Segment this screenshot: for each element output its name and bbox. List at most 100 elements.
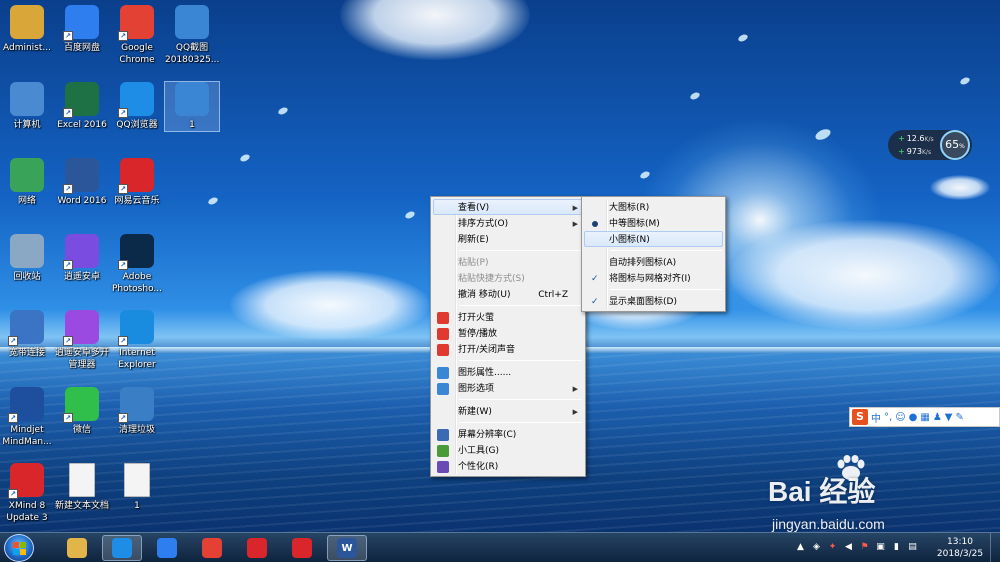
taskbar-app-baidu-netdisk[interactable] xyxy=(147,535,187,561)
windows-logo-icon xyxy=(13,542,27,556)
start-button[interactable] xyxy=(4,534,34,562)
desktop-icon[interactable]: 回收站 xyxy=(0,234,54,283)
menu-item[interactable]: 屏幕分辨率(C) xyxy=(433,426,583,442)
display-icon[interactable]: ▣ xyxy=(875,542,886,553)
desktop-icon[interactable]: ↗ 网易云音乐 xyxy=(110,158,164,207)
image-file-icon xyxy=(175,5,209,39)
menu-item-label: 图形属性...... xyxy=(458,368,512,378)
menu-item[interactable]: 大图标(R) xyxy=(584,199,723,215)
submenu-arrow-icon: ▶ xyxy=(572,408,578,416)
menu-item[interactable]: 自动排列图标(A) xyxy=(584,254,723,270)
taskbar-app-qq-browser[interactable] xyxy=(102,535,142,561)
desktop-icon-label: 回收站 xyxy=(13,272,41,282)
gadgets-icon xyxy=(437,445,449,457)
desktop-icon[interactable]: ↗ Adobe Photosho... xyxy=(110,234,164,295)
menu-item[interactable]: 个性化(R) xyxy=(433,458,583,474)
shield-icon[interactable]: ◈ xyxy=(811,542,822,553)
taskbar-app-explorer[interactable] xyxy=(57,535,97,561)
volume-icon[interactable]: ◀ xyxy=(843,542,854,553)
menu-item[interactable]: 打开/关闭声音 xyxy=(433,341,583,357)
network-icon xyxy=(10,158,44,192)
menu-item[interactable]: 图形属性...... xyxy=(433,364,583,380)
menu-item-label: 个性化(R) xyxy=(458,462,499,472)
menu-item[interactable]: 刷新(E) xyxy=(433,231,583,247)
menu-item[interactable]: 排序方式(O) ▶ xyxy=(433,215,583,231)
menu-item-label: 暂停/播放 xyxy=(458,329,498,339)
desktop-icon-label: 新建文本文档 xyxy=(55,501,110,511)
desktop-icon[interactable]: Administ... xyxy=(0,5,54,54)
desktop-icon[interactable]: ↗ XMind 8 Update 3 xyxy=(0,463,54,524)
clock-date: 2018/3/25 xyxy=(936,549,984,559)
menu-item[interactable]: 中等图标(M) xyxy=(584,215,723,231)
tray-expand-icon[interactable]: ▲ xyxy=(795,542,806,553)
ime-toolbar[interactable]: S 中 °, ☺ ● ▦ ♟ ▼ ✎ xyxy=(849,407,1000,427)
taskbar-app-netease-music[interactable] xyxy=(237,535,277,561)
desktop-icon[interactable]: QQ截图 20180325... xyxy=(165,5,219,66)
menu-item-label: 大图标(R) xyxy=(609,203,650,213)
ime-punctuation[interactable]: °, xyxy=(884,412,892,423)
desktop-icon[interactable]: ↗ 宽带连接 xyxy=(0,310,54,359)
submenu-arrow-icon: ▶ xyxy=(572,385,578,393)
desktop-icon[interactable]: 新建文本文档 xyxy=(55,463,109,512)
desktop-icon-label: Mindjet MindMan... xyxy=(2,425,52,447)
desktop-icon[interactable]: 网络 xyxy=(0,158,54,207)
signal-icon[interactable]: ▮ xyxy=(891,542,902,553)
menu-item-label: 将图标与网格对齐(I) xyxy=(609,274,691,284)
desktop-icon-label: Adobe Photosho... xyxy=(112,272,162,294)
folder-icon xyxy=(67,538,87,558)
bubble xyxy=(239,153,251,163)
network-tray-icon[interactable]: ▤ xyxy=(907,542,918,553)
memory-percent-gauge[interactable]: 65% xyxy=(940,130,970,160)
menu-item[interactable]: 新建(W) ▶ xyxy=(433,403,583,419)
menu-item[interactable]: 小图标(N) xyxy=(584,231,723,247)
menu-item-label: 图形选项 xyxy=(458,384,495,394)
taskbar-app-word[interactable]: W xyxy=(327,535,367,561)
taskbar-app-firefly[interactable] xyxy=(282,535,322,561)
text-file-icon xyxy=(69,463,95,497)
microphone-icon[interactable]: ● xyxy=(909,412,918,423)
bubble xyxy=(277,106,289,116)
sogou-logo-icon[interactable]: S xyxy=(852,409,868,425)
menu-item[interactable]: 打开火萤 xyxy=(433,309,583,325)
flag-icon[interactable]: ⚑ xyxy=(859,542,870,553)
firefly-tray-icon[interactable]: ✦ xyxy=(827,542,838,553)
network-speed-widget[interactable]: 12.6K/s 973K/s 65% xyxy=(888,130,972,160)
show-desktop-button[interactable] xyxy=(990,533,1000,562)
menu-item-label: 打开/关闭声音 xyxy=(458,345,516,355)
baidu-jingyan-watermark: Bai 经验 xyxy=(768,476,876,507)
desktop-icon-label: Administ... xyxy=(3,43,51,53)
emoji-icon[interactable]: ☺ xyxy=(895,412,905,423)
desktop-icon[interactable]: ↗ 逍遥安卓 xyxy=(55,234,109,283)
menu-item[interactable]: 暂停/播放 xyxy=(433,325,583,341)
menu-item[interactable]: ✓ 将图标与网格对齐(I) xyxy=(584,270,723,286)
desktop-icon[interactable]: 计算机 xyxy=(0,82,54,131)
desktop-icon[interactable]: 1 xyxy=(110,463,164,512)
menu-item[interactable]: 图形选项 ▶ xyxy=(433,380,583,396)
desktop-icon-label: Internet Explorer xyxy=(118,348,156,370)
desktop-icon[interactable]: ↗ 逍遥安卓多开管理器 xyxy=(55,310,109,371)
desktop-icon[interactable]: ↗ Internet Explorer xyxy=(110,310,164,371)
desktop-icon[interactable]: ↗ Mindjet MindMan... xyxy=(0,387,54,448)
desktop-icon[interactable]: ↗ Google Chrome xyxy=(110,5,164,66)
desktop-icon[interactable]: ↗ QQ浏览器 xyxy=(110,82,164,131)
desktop-icon[interactable]: 1 xyxy=(164,81,220,132)
taskbar-app-chrome[interactable] xyxy=(192,535,232,561)
menu-item[interactable]: ✓ 显示桌面图标(D) xyxy=(584,293,723,309)
user-icon[interactable]: ♟ xyxy=(933,412,942,423)
desktop-icon[interactable]: ↗ Excel 2016 xyxy=(55,82,109,131)
shortcut-arrow-icon: ↗ xyxy=(118,413,128,423)
firefly-icon xyxy=(292,538,312,558)
menu-item[interactable]: 查看(V) ▶ xyxy=(433,199,583,215)
desktop-icon[interactable]: ↗ 清理垃圾 xyxy=(110,387,164,436)
taskbar-clock[interactable]: 13:10 2018/3/25 xyxy=(935,536,985,560)
menu-item[interactable]: 撤消 移动(U) Ctrl+Z xyxy=(433,286,583,302)
desktop-icon[interactable]: ↗ 百度网盘 xyxy=(55,5,109,54)
menu-item[interactable]: 小工具(G) xyxy=(433,442,583,458)
keyboard-icon[interactable]: ▦ xyxy=(920,412,929,423)
skin-shirt-icon[interactable]: ▼ xyxy=(945,412,953,423)
broom-icon: ↗ xyxy=(118,387,154,423)
desktop-icon[interactable]: ↗ 微信 xyxy=(55,387,109,436)
desktop-icon[interactable]: ↗ Word 2016 xyxy=(55,158,109,207)
ime-mode-chinese[interactable]: 中 xyxy=(871,410,881,425)
wrench-icon[interactable]: ✎ xyxy=(955,412,963,423)
